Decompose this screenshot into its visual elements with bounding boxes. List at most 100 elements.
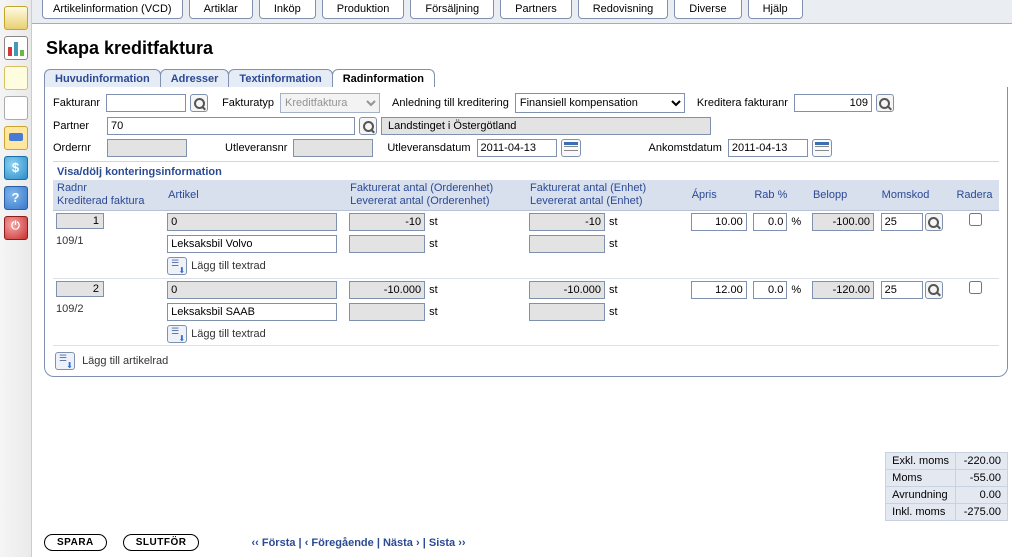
- moms-label: Moms: [886, 470, 956, 487]
- momskod-lookup-icon[interactable]: [925, 213, 943, 231]
- add-artikelrad-label[interactable]: Lägg till artikelrad: [82, 355, 168, 367]
- add-textrad-label[interactable]: Lägg till textrad: [191, 260, 266, 272]
- tab-adresser[interactable]: Adresser: [160, 69, 230, 87]
- add-textrad-label[interactable]: Lägg till textrad: [191, 327, 266, 339]
- lev-order-input: [349, 235, 425, 253]
- col-krediterad: Krediterad faktura: [57, 195, 160, 208]
- fakt-enhet-input: [529, 281, 605, 299]
- pager-next[interactable]: Nästa ›: [383, 537, 420, 549]
- unit-label: st: [609, 306, 618, 318]
- fakt-order-input: [349, 213, 425, 231]
- page-title: Skapa kreditfaktura: [46, 38, 1012, 59]
- currency-icon[interactable]: [4, 156, 28, 180]
- chart-icon[interactable]: [4, 36, 28, 60]
- truck-icon[interactable]: [4, 126, 28, 150]
- momskod-input[interactable]: [881, 213, 923, 231]
- help-icon[interactable]: [4, 186, 28, 210]
- krediterad-ref: 109/2: [56, 303, 84, 315]
- ordernr-label: Ordernr: [53, 142, 101, 154]
- partner-lookup-icon[interactable]: [359, 117, 377, 135]
- menu-redovisning[interactable]: Redovisning: [578, 0, 669, 19]
- col-lev-order: Levererat antal (Orderenhet): [350, 195, 522, 208]
- add-textrad-icon[interactable]: [167, 257, 187, 275]
- menu-produktion[interactable]: Produktion: [322, 0, 405, 19]
- belopp-input: [812, 213, 874, 231]
- note-icon[interactable]: [4, 66, 28, 90]
- inkl-label: Inkl. moms: [886, 504, 956, 521]
- artikel-name-input[interactable]: [167, 303, 337, 321]
- apris-input[interactable]: [691, 213, 747, 231]
- partner-name-display: Landstinget i Östergötland: [381, 117, 711, 135]
- table-row: Lägg till textrad: [53, 323, 999, 345]
- col-radnr: Radnr: [57, 182, 160, 195]
- menu-forsaljning[interactable]: Försäljning: [410, 0, 494, 19]
- pager-last[interactable]: Sista ››: [429, 537, 466, 549]
- menu-hjalp[interactable]: Hjälp: [748, 0, 803, 19]
- spara-button[interactable]: SPARA: [44, 534, 107, 551]
- left-rail: [0, 0, 32, 557]
- radera-checkbox[interactable]: [969, 213, 982, 226]
- ankomstdatum-calendar-icon[interactable]: [812, 139, 832, 157]
- moms-value: -55.00: [956, 470, 1008, 487]
- pct-label: %: [791, 216, 801, 228]
- utleveransdatum-calendar-icon[interactable]: [561, 139, 581, 157]
- avrundning-value: 0.00: [956, 487, 1008, 504]
- tab-huvudinformation[interactable]: Huvudinformation: [44, 69, 161, 87]
- power-icon[interactable]: [4, 216, 28, 240]
- utleveransdatum-input[interactable]: [477, 139, 557, 157]
- avrundning-label: Avrundning: [886, 487, 956, 504]
- belopp-input: [812, 281, 874, 299]
- kreditera-lookup-icon[interactable]: [876, 94, 894, 112]
- add-textrad-icon[interactable]: [167, 325, 187, 343]
- ankomstdatum-input[interactable]: [728, 139, 808, 157]
- apris-input[interactable]: [691, 281, 747, 299]
- partner-input[interactable]: [107, 117, 355, 135]
- utleveransnr-input: [293, 139, 373, 157]
- ordernr-input: [107, 139, 187, 157]
- fakturanr-lookup-icon[interactable]: [190, 94, 208, 112]
- pager-prev[interactable]: ‹ Föregående: [305, 537, 374, 549]
- artikel-name-input[interactable]: [167, 235, 337, 253]
- exkl-value: -220.00: [956, 453, 1008, 470]
- row-number: 2: [56, 281, 104, 297]
- col-rab: Rab %: [750, 180, 809, 211]
- unit-label: st: [429, 238, 438, 250]
- tab-textinformation[interactable]: Textinformation: [228, 69, 332, 87]
- anledning-select[interactable]: Finansiell kompensation: [515, 93, 685, 113]
- menu-artikelinfo[interactable]: Artikelinformation (VCD): [42, 0, 183, 19]
- add-artikelrad-icon[interactable]: [55, 352, 75, 370]
- unit-label: st: [429, 216, 438, 228]
- col-momskod: Momskod: [878, 180, 953, 211]
- table-row: 109/1stst: [53, 233, 999, 255]
- radera-checkbox[interactable]: [969, 281, 982, 294]
- fakturanr-input[interactable]: [106, 94, 186, 112]
- fakturatyp-select: Kreditfaktura: [280, 93, 380, 113]
- pager: ‹‹ Första | ‹ Föregående | Nästa › | Sis…: [251, 537, 465, 549]
- line-grid: RadnrKrediterad faktura Artikel Fakturer…: [53, 180, 999, 346]
- momskod-input[interactable]: [881, 281, 923, 299]
- ankomstdatum-label: Ankomstdatum: [649, 142, 722, 154]
- kreditera-input[interactable]: [794, 94, 872, 112]
- partner-label: Partner: [53, 120, 101, 132]
- top-menu: Artikelinformation (VCD) Artiklar Inköp …: [32, 0, 1012, 24]
- menu-inkop[interactable]: Inköp: [259, 0, 316, 19]
- pager-first[interactable]: ‹‹ Första: [251, 537, 295, 549]
- kreditera-label: Kreditera fakturanr: [697, 97, 788, 109]
- toggle-kontering[interactable]: Visa/dölj konteringsinformation: [53, 161, 999, 180]
- unit-label: st: [609, 216, 618, 228]
- cart-icon[interactable]: [4, 6, 28, 30]
- document-icon[interactable]: [4, 96, 28, 120]
- menu-diverse[interactable]: Diverse: [674, 0, 741, 19]
- rab-input[interactable]: [753, 213, 787, 231]
- utleveransdatum-label: Utleveransdatum: [387, 142, 470, 154]
- fakt-enhet-input: [529, 213, 605, 231]
- menu-artiklar[interactable]: Artiklar: [189, 0, 253, 19]
- lev-order-input: [349, 303, 425, 321]
- momskod-lookup-icon[interactable]: [925, 281, 943, 299]
- tab-radinformation[interactable]: Radinformation: [332, 69, 435, 87]
- slutfor-button[interactable]: SLUTFÖR: [123, 534, 200, 551]
- unit-label: st: [429, 306, 438, 318]
- lev-enhet-input: [529, 235, 605, 253]
- menu-partners[interactable]: Partners: [500, 0, 572, 19]
- rab-input[interactable]: [753, 281, 787, 299]
